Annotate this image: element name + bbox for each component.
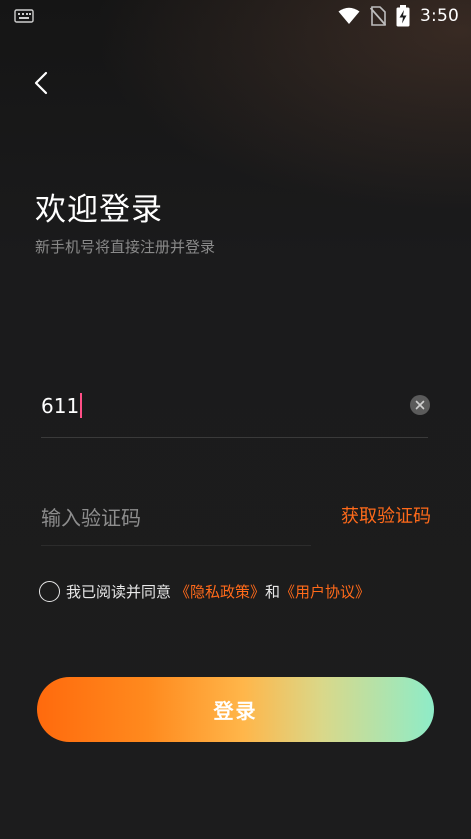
page-title: 欢迎登录: [35, 192, 163, 228]
no-sim-icon: [370, 6, 387, 26]
keyboard-icon: [14, 9, 34, 23]
battery-charging-icon: [396, 5, 410, 27]
close-icon: [415, 400, 425, 410]
login-button[interactable]: 登录: [37, 677, 434, 742]
phone-field[interactable]: 611: [41, 380, 430, 438]
phone-input[interactable]: 611: [41, 393, 83, 418]
login-screen: 3:50 欢迎登录 新手机号将直接注册并登录 611 输入验证码 获取验证码 我…: [0, 0, 471, 839]
clear-phone-button[interactable]: [410, 395, 430, 415]
status-right: 3:50: [338, 5, 459, 27]
page-subtitle: 新手机号将直接注册并登录: [35, 238, 216, 256]
user-agreement-link[interactable]: 《用户协议》: [280, 581, 370, 602]
get-code-button[interactable]: 获取验证码: [341, 502, 431, 528]
status-bar: 3:50: [0, 0, 471, 32]
privacy-policy-link[interactable]: 《隐私政策》: [175, 581, 265, 602]
status-left: [14, 9, 34, 23]
wifi-icon: [338, 7, 360, 25]
status-time: 3:50: [420, 6, 459, 26]
verification-code-input[interactable]: 输入验证码: [41, 502, 141, 531]
agreement-row: 我已阅读并同意 《隐私政策》 和 《用户协议》: [39, 581, 370, 602]
back-button[interactable]: [26, 66, 56, 100]
text-caret: [80, 393, 83, 418]
agreement-and-text: 和: [265, 583, 281, 601]
agreement-checkbox[interactable]: [39, 581, 60, 602]
agreement-text: 我已阅读并同意: [66, 583, 172, 601]
verification-code-field[interactable]: 输入验证码: [41, 488, 311, 546]
phone-input-value: 611: [41, 393, 80, 418]
chevron-left-icon: [34, 71, 48, 95]
